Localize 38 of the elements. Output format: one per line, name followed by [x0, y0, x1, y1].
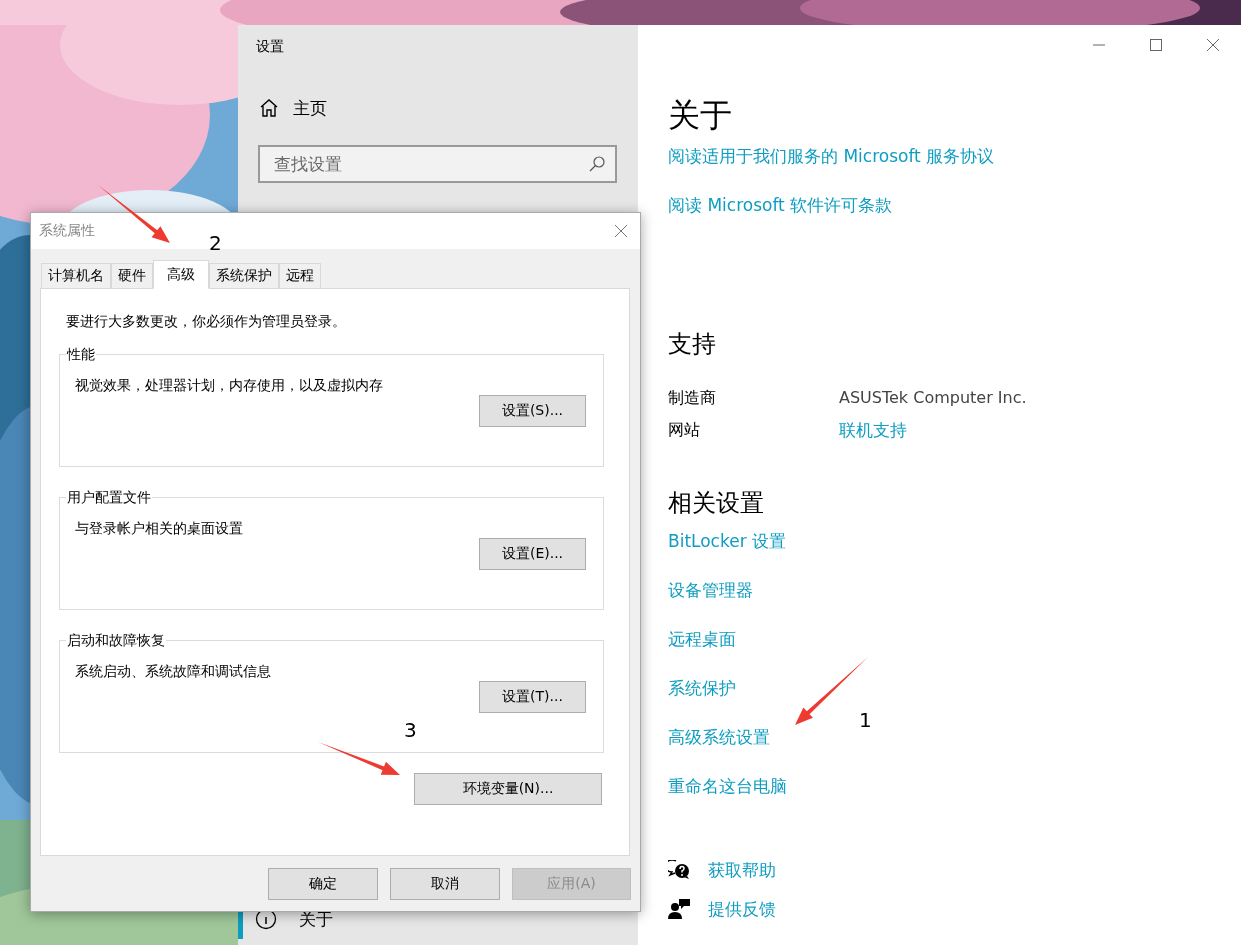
info-label: 网站	[668, 419, 701, 441]
group-title: 用户配置文件	[66, 488, 152, 506]
maximize-icon[interactable]	[1148, 38, 1163, 52]
dialog-title: 系统属性	[39, 222, 95, 240]
group-title: 启动和故障恢复	[66, 631, 166, 649]
tab[interactable]: 系统保护	[209, 263, 279, 289]
page-title: 关于	[668, 95, 732, 135]
dialog-button[interactable]: 取消	[390, 868, 500, 900]
settings-button[interactable]: 设置(E)...	[479, 538, 586, 570]
group-description: 视觉效果，处理器计划，内存使用，以及虚拟内存	[75, 376, 383, 395]
dialog-button[interactable]: 确定	[268, 868, 378, 900]
help-icon	[668, 860, 690, 880]
annotation-number: 3	[404, 719, 417, 741]
home-icon	[259, 98, 279, 118]
notice-text: 要进行大多数更改，你必须作为管理员登录。	[66, 312, 346, 331]
settings-button[interactable]: 设置(T)...	[479, 681, 586, 713]
group-description: 系统启动、系统故障和调试信息	[75, 662, 271, 681]
search-field[interactable]: 查找设置	[258, 145, 617, 183]
feedback-icon	[668, 899, 690, 919]
section-heading: 支持	[668, 329, 716, 360]
settings-button[interactable]: 设置(S)...	[479, 395, 586, 427]
close-icon[interactable]	[614, 224, 628, 238]
info-label: 制造商	[668, 387, 717, 409]
group-title: 性能	[66, 345, 96, 363]
home-link[interactable]: 主页	[293, 96, 327, 120]
info-value: ASUSTek Computer Inc.	[839, 387, 1027, 409]
window-title: 设置	[256, 37, 284, 55]
tab[interactable]: 远程	[279, 263, 321, 289]
tab[interactable]: 硬件	[111, 263, 153, 289]
annotation-number: 1	[859, 709, 872, 731]
group-description: 与登录帐户相关的桌面设置	[75, 519, 243, 538]
search-icon[interactable]	[588, 155, 606, 173]
environment-variables-button[interactable]: 环境变量(N)...	[414, 773, 602, 805]
tab[interactable]: 计算机名	[41, 263, 111, 289]
section-heading: 相关设置	[668, 488, 764, 519]
tab[interactable]: 高级	[153, 260, 209, 289]
close-icon[interactable]	[1205, 38, 1220, 52]
annotation-number: 2	[209, 232, 222, 254]
